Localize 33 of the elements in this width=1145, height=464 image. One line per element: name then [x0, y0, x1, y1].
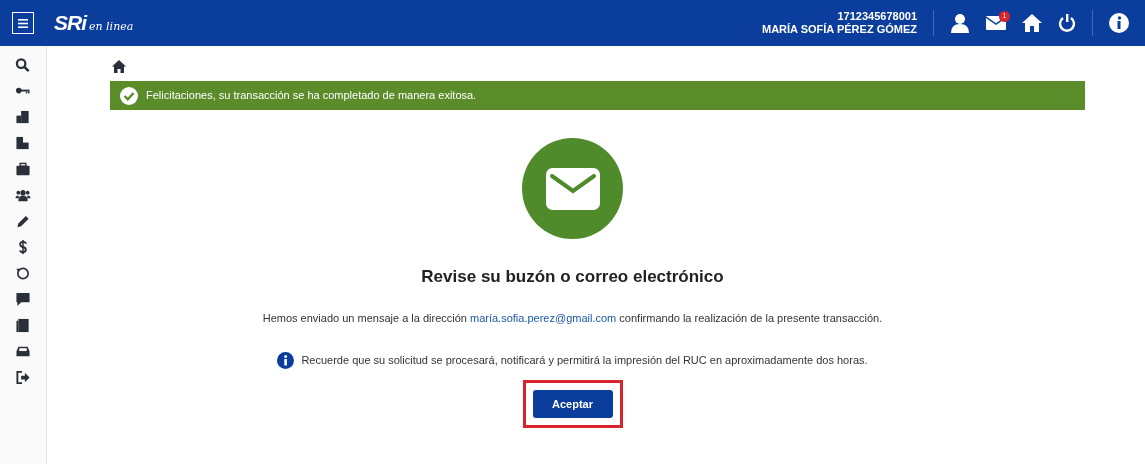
page-heading: Revise su buzón o correo electrónico [421, 266, 724, 288]
logo-subtitle: en linea [89, 18, 134, 35]
check-icon [120, 86, 138, 105]
home-icon[interactable] [112, 60, 126, 73]
accept-button[interactable]: Aceptar [532, 390, 613, 418]
chat-icon [15, 292, 31, 307]
confirmation-message: Hemos enviado un mensaje a la dirección maría.sofia.perez@gmail.com confirmando la realización de la presente transacción. [262, 310, 883, 326]
info-icon [1109, 13, 1129, 33]
user-name: MARÍA SOFÍA PÉREZ GÓMEZ [761, 23, 917, 36]
user-button[interactable] [950, 13, 970, 33]
menu-icon [18, 18, 28, 28]
logo-text: SRi [54, 10, 86, 37]
home-button[interactable] [1022, 14, 1042, 32]
power-button[interactable] [1058, 14, 1076, 32]
alert-text: Felicitaciones, su transacción se ha completado de manera exitosa. [146, 88, 477, 104]
refresh-icon [15, 266, 31, 281]
pencil-icon [15, 214, 31, 229]
logout-icon [15, 370, 31, 385]
info-note: Recuerde que su solicitud se procesará, notificará y permitirá la impresión del RUC en aproximadamente dos horas. [301, 353, 868, 369]
search-icon [15, 58, 31, 73]
menu-button[interactable] [12, 12, 34, 34]
user-icon [950, 13, 970, 33]
envelope-icon [986, 15, 1006, 31]
home-icon [1022, 14, 1042, 32]
info-icon [277, 352, 295, 369]
briefcase-icon [15, 162, 31, 177]
envelope-icon [545, 167, 600, 210]
user-id: 1712345678001 [836, 10, 917, 23]
info-button[interactable] [1109, 13, 1129, 33]
power-icon [1058, 14, 1076, 32]
email-link[interactable]: maría.sofia.perez@gmail.com [470, 311, 617, 324]
document-icon [15, 318, 31, 333]
people-icon [15, 188, 31, 203]
